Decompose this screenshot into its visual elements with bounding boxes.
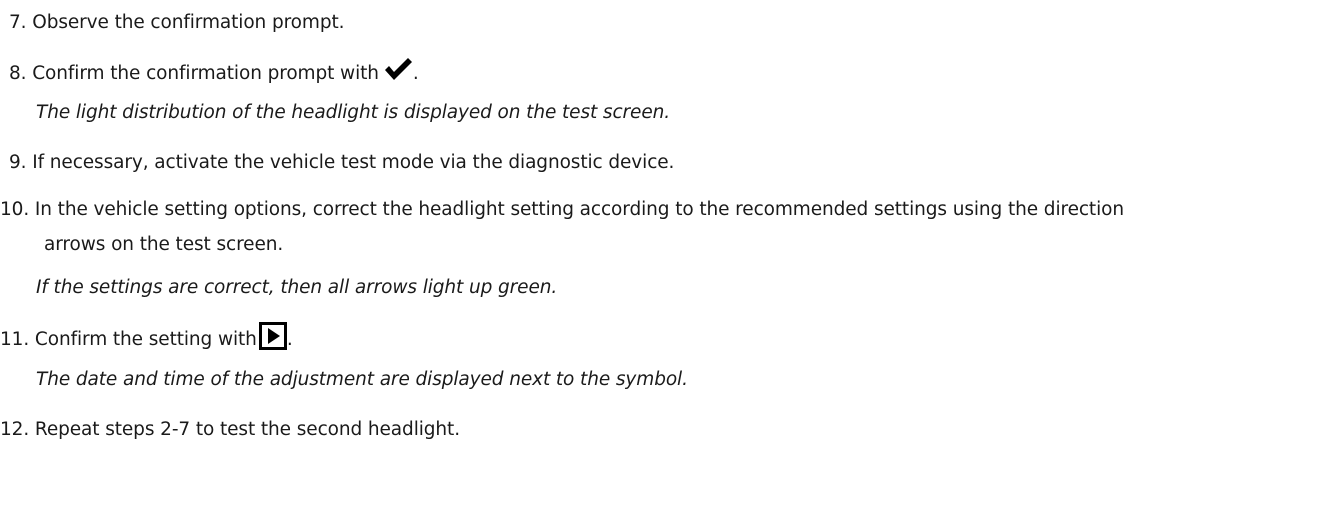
step-8: 8. Confirm the confirmation prompt with.: [9, 56, 419, 86]
step-10-continuation: arrows on the test screen.: [44, 234, 284, 255]
step-text: Confirm the confirmation prompt with: [32, 63, 379, 84]
step-11-result: The date and time of the adjustment are …: [36, 369, 688, 390]
checkmark-icon: [383, 56, 413, 82]
step-suffix: .: [412, 63, 419, 84]
step-number: 7.: [9, 12, 27, 33]
step-10-result: If the settings are correct, then all ar…: [36, 277, 558, 298]
step-number: 11.: [0, 329, 30, 350]
step-number: 9.: [9, 152, 27, 173]
step-12: 12. Repeat steps 2-7 to test the second …: [0, 418, 460, 442]
step-7: 7. Observe the confirmation prompt.: [9, 11, 345, 35]
step-text: Observe the confirmation prompt.: [32, 12, 345, 33]
step-number: 12.: [0, 419, 30, 440]
step-8-result: The light distribution of the headlight …: [36, 102, 671, 123]
step-suffix: .: [286, 329, 293, 350]
step-11: 11. Confirm the setting with.: [0, 322, 293, 352]
step-10: 10. In the vehicle setting options, corr…: [0, 198, 1124, 222]
step-text: In the vehicle setting options, correct …: [34, 199, 1124, 220]
instruction-list: 7. Observe the confirmation prompt. 8. C…: [0, 0, 1327, 507]
play-button-icon: [258, 322, 287, 350]
step-text: Confirm the setting with: [34, 329, 257, 350]
step-number: 10.: [0, 199, 30, 220]
step-text: Repeat steps 2-7 to test the second head…: [34, 419, 460, 440]
step-text: If necessary, activate the vehicle test …: [32, 152, 675, 173]
step-number: 8.: [9, 63, 27, 84]
step-9: 9. If necessary, activate the vehicle te…: [9, 151, 674, 175]
